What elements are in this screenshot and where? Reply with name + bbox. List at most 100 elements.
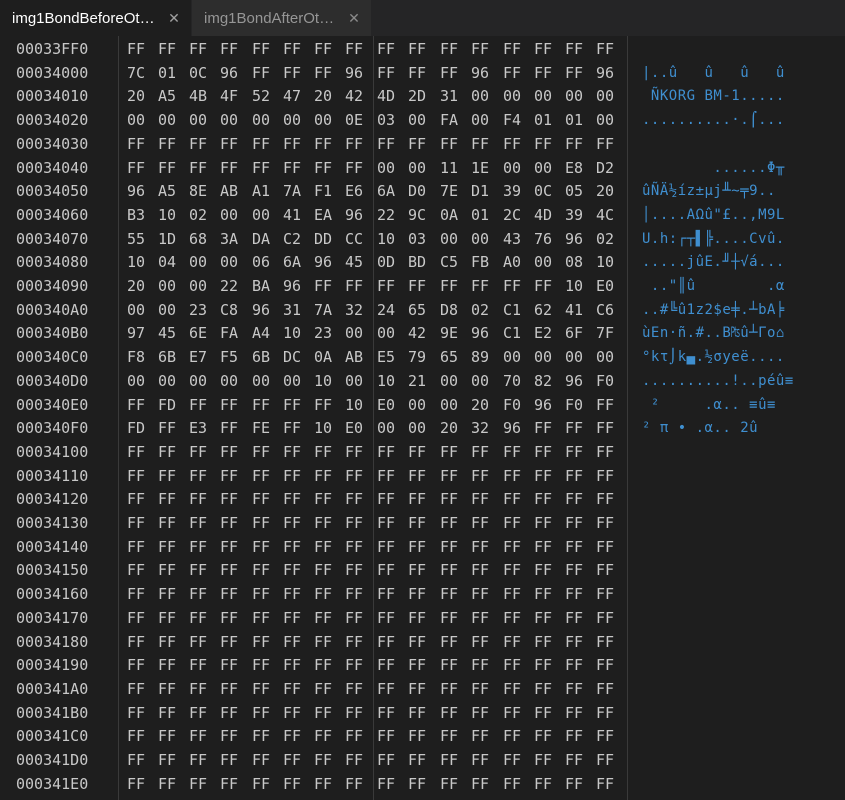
hex-byte[interactable]: FF	[565, 416, 583, 440]
hex-byte[interactable]: 96	[565, 369, 583, 393]
hex-byte[interactable]: FF	[408, 274, 426, 298]
hex-byte[interactable]: 00	[127, 298, 145, 322]
hex-byte[interactable]: FF	[127, 440, 145, 464]
hex-byte[interactable]: FF	[220, 440, 238, 464]
hex-byte[interactable]: FF	[158, 558, 176, 582]
hex-byte[interactable]: FF	[220, 606, 238, 630]
hex-byte[interactable]: FF	[471, 487, 489, 511]
hex-byte[interactable]: FF	[314, 37, 332, 61]
hex-byte[interactable]: FF	[408, 630, 426, 654]
hex-byte[interactable]: D2	[596, 156, 614, 180]
hex-byte[interactable]: 00	[471, 84, 489, 108]
hex-byte[interactable]: FF	[596, 701, 614, 725]
hex-byte[interactable]: FF	[189, 393, 207, 417]
hex-byte[interactable]: FF	[408, 132, 426, 156]
hex-byte[interactable]: FF	[471, 724, 489, 748]
hex-byte[interactable]: FD	[158, 393, 176, 417]
hex-byte[interactable]: FF	[471, 630, 489, 654]
hex-byte[interactable]: E8	[565, 156, 583, 180]
hex-byte[interactable]: 4D	[534, 203, 552, 227]
hex-byte[interactable]: FF	[220, 724, 238, 748]
hex-byte[interactable]: FF	[503, 772, 521, 796]
hex-byte[interactable]: FF	[534, 724, 552, 748]
hex-byte[interactable]: 00	[596, 345, 614, 369]
hex-byte[interactable]: FF	[189, 724, 207, 748]
hex-byte[interactable]: FF	[220, 701, 238, 725]
ascii-text[interactable]: ÑKORG BM-1.....	[642, 84, 785, 108]
hex-byte[interactable]: FF	[252, 393, 270, 417]
hex-byte[interactable]: FF	[220, 464, 238, 488]
hex-byte[interactable]: 7E	[440, 179, 458, 203]
hex-byte[interactable]: FF	[158, 772, 176, 796]
hex-byte[interactable]: 4C	[596, 203, 614, 227]
hex-byte[interactable]: FF	[220, 511, 238, 535]
hex-byte[interactable]: FF	[471, 274, 489, 298]
hex-byte[interactable]: FF	[408, 772, 426, 796]
hex-byte[interactable]: 00	[440, 227, 458, 251]
hex-byte[interactable]: 01	[565, 108, 583, 132]
hex-byte[interactable]: FF	[314, 535, 332, 559]
hex-byte[interactable]: FF	[377, 606, 395, 630]
hex-byte[interactable]: FF	[534, 606, 552, 630]
hex-byte[interactable]: 01	[534, 108, 552, 132]
hex-byte[interactable]: F5	[220, 345, 238, 369]
hex-byte[interactable]: FF	[596, 724, 614, 748]
hex-byte[interactable]: FF	[440, 772, 458, 796]
ascii-text[interactable]: U.h:┌┬▌╠....Cvû.	[642, 227, 785, 251]
hex-byte[interactable]: 96	[345, 203, 363, 227]
hex-byte[interactable]: 32	[471, 416, 489, 440]
hex-byte[interactable]: C6	[596, 298, 614, 322]
hex-byte[interactable]: FF	[189, 630, 207, 654]
hex-byte[interactable]: FF	[127, 630, 145, 654]
hex-byte[interactable]: FF	[283, 61, 301, 85]
hex-byte[interactable]: 10	[158, 203, 176, 227]
hex-byte[interactable]: FF	[345, 156, 363, 180]
hex-byte[interactable]: FF	[189, 535, 207, 559]
hex-byte[interactable]: FF	[158, 416, 176, 440]
hex-byte[interactable]: FF	[534, 558, 552, 582]
hex-byte[interactable]: FF	[534, 37, 552, 61]
hex-byte[interactable]: FF	[408, 701, 426, 725]
hex-byte[interactable]: 45	[158, 321, 176, 345]
hex-byte[interactable]: 00	[345, 321, 363, 345]
hex-byte[interactable]: FF	[252, 653, 270, 677]
hex-byte[interactable]: 6B	[158, 345, 176, 369]
hex-byte[interactable]: 00	[283, 369, 301, 393]
hex-byte[interactable]: 00	[377, 416, 395, 440]
ascii-text[interactable]: │....AΩû"£..,M9L	[642, 203, 785, 227]
hex-byte[interactable]: FF	[471, 440, 489, 464]
hex-byte[interactable]: 00	[408, 416, 426, 440]
hex-byte[interactable]: FF	[534, 677, 552, 701]
hex-byte[interactable]: FF	[377, 677, 395, 701]
hex-byte[interactable]: F1	[314, 179, 332, 203]
hex-byte[interactable]: E0	[596, 274, 614, 298]
hex-byte[interactable]: FF	[314, 724, 332, 748]
hex-byte[interactable]: FF	[252, 535, 270, 559]
hex-byte[interactable]: FF	[220, 582, 238, 606]
hex-byte[interactable]: 0D	[377, 250, 395, 274]
hex-byte[interactable]: 96	[283, 274, 301, 298]
hex-byte[interactable]: FF	[220, 558, 238, 582]
hex-byte[interactable]: FF	[503, 677, 521, 701]
hex-byte[interactable]: FF	[503, 132, 521, 156]
hex-byte[interactable]: DC	[283, 345, 301, 369]
hex-byte[interactable]: FF	[283, 558, 301, 582]
hex-byte[interactable]: 10	[377, 369, 395, 393]
hex-byte[interactable]: FF	[345, 440, 363, 464]
hex-byte[interactable]: FF	[440, 61, 458, 85]
hex-byte[interactable]: 39	[565, 203, 583, 227]
hex-byte[interactable]: 65	[408, 298, 426, 322]
hex-byte[interactable]: FF	[220, 630, 238, 654]
hex-byte[interactable]: FF	[503, 37, 521, 61]
hex-byte[interactable]: DD	[314, 227, 332, 251]
hex-byte[interactable]: FF	[252, 772, 270, 796]
hex-byte[interactable]: FF	[158, 653, 176, 677]
hex-byte[interactable]: 06	[252, 250, 270, 274]
hex-byte[interactable]: FF	[220, 132, 238, 156]
hex-byte[interactable]: FF	[220, 677, 238, 701]
hex-byte[interactable]: FF	[596, 37, 614, 61]
hex-byte[interactable]: 24	[377, 298, 395, 322]
hex-byte[interactable]: FF	[503, 61, 521, 85]
hex-byte[interactable]: FF	[127, 132, 145, 156]
hex-byte[interactable]: FF	[345, 701, 363, 725]
